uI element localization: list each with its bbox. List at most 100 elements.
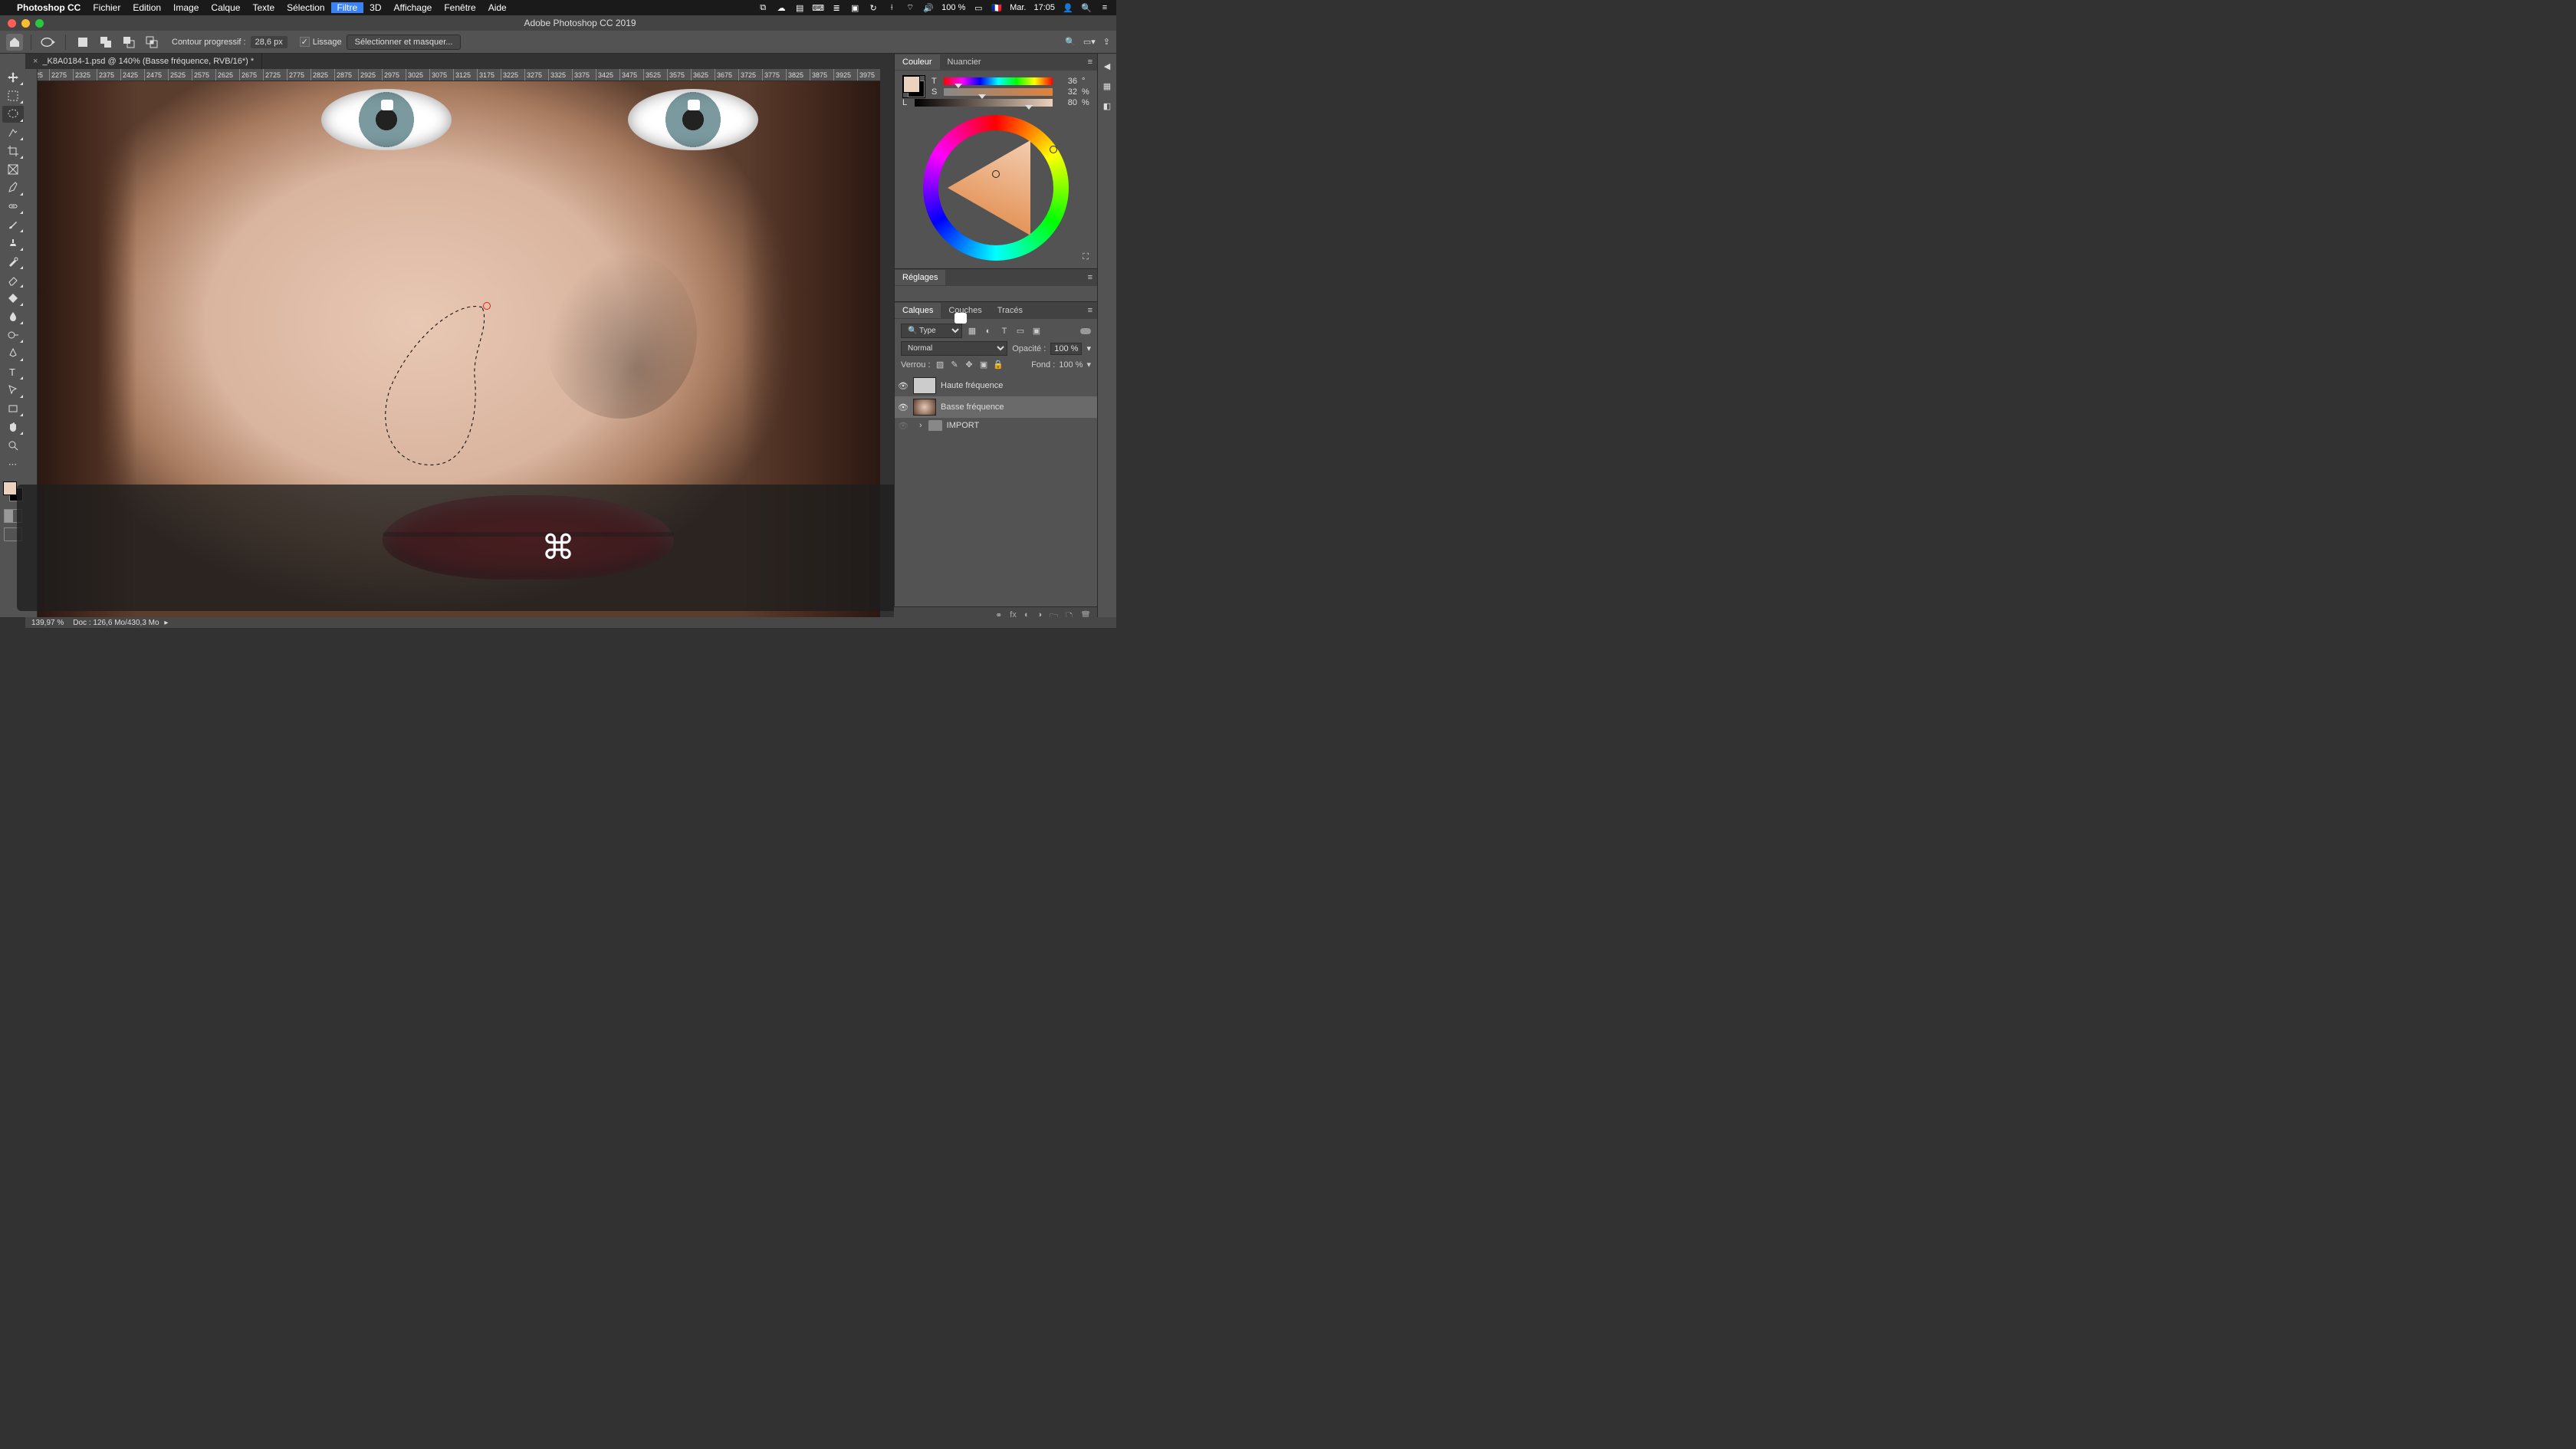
color-panel-swatches[interactable] (902, 75, 925, 98)
lum-value[interactable]: 80 (1057, 98, 1077, 107)
bluetooth-icon[interactable]: ⟊ (886, 2, 897, 13)
dodge-tool[interactable] (2, 327, 24, 343)
menu-3d[interactable]: 3D (363, 2, 387, 13)
clock-day[interactable]: Mar. (1010, 3, 1026, 12)
fill-dropdown-icon[interactable]: ▾ (1086, 360, 1091, 370)
pen-tool[interactable] (2, 345, 24, 362)
hue-slider[interactable] (944, 77, 1053, 85)
sat-slider[interactable] (944, 88, 1053, 96)
chevron-right-icon[interactable]: ▸ (164, 619, 168, 627)
notification-center-icon[interactable]: ≡ (1099, 2, 1110, 13)
menu-edit[interactable]: Edition (127, 2, 167, 13)
zoom-window-button[interactable] (35, 19, 44, 28)
filter-smart-icon[interactable]: ▣ (1030, 325, 1043, 337)
time-machine-icon[interactable]: ↻ (868, 2, 879, 13)
tab-swatches[interactable]: Nuancier (940, 54, 989, 70)
menu-image[interactable]: Image (167, 2, 205, 13)
tv-icon[interactable]: ▣ (849, 2, 860, 13)
tab-adjustments[interactable]: Réglages (895, 270, 945, 285)
lock-transparency-icon[interactable]: ▨ (935, 359, 946, 370)
menu-window[interactable]: Fenêtre (438, 2, 481, 13)
color-picker-marker[interactable] (992, 170, 1000, 178)
filter-adjust-icon[interactable]: ◐ (982, 325, 994, 337)
history-panel-icon[interactable]: ▦ (1099, 78, 1115, 94)
spotlight-icon[interactable]: 🔍 (1081, 2, 1092, 13)
lum-slider[interactable] (915, 99, 1053, 107)
panel-menu-icon[interactable]: ≡ (1083, 306, 1097, 315)
expand-wheel-icon[interactable]: ⛶ (1083, 252, 1089, 262)
doc-info[interactable]: Doc : 126,6 Mo/430,3 Mo ▸ (73, 619, 168, 627)
eyedropper-tool[interactable] (2, 179, 24, 196)
zoom-tool[interactable] (2, 437, 24, 454)
filter-shape-icon[interactable]: ▭ (1014, 325, 1027, 337)
path-selection-tool[interactable] (2, 382, 24, 399)
blend-mode-select[interactable]: Normal (901, 341, 1007, 356)
visibility-icon[interactable]: 👁 (898, 380, 909, 391)
volume-icon[interactable]: 🔊 (923, 2, 934, 13)
layer-row[interactable]: 👁 Basse fréquence (895, 396, 1097, 418)
new-selection-button[interactable] (74, 34, 92, 50)
cloud-icon[interactable]: ☁︎ (776, 2, 787, 13)
crop-tool[interactable] (2, 143, 24, 159)
search-icon[interactable]: 🔍 (1065, 37, 1076, 47)
close-tab-icon[interactable]: × (33, 57, 38, 66)
opacity-dropdown-icon[interactable]: ▾ (1086, 343, 1091, 353)
intersect-selection-button[interactable] (143, 34, 161, 50)
layer-name[interactable]: Basse fréquence (941, 402, 1004, 412)
gradient-tool[interactable] (2, 290, 24, 307)
workspace-switcher-icon[interactable]: ▭▾ (1083, 37, 1096, 47)
layer-thumbnail[interactable] (913, 377, 936, 394)
keyboard-icon[interactable]: ⌨︎ (813, 2, 823, 13)
menu-text[interactable]: Texte (246, 2, 281, 13)
hue-ring-marker[interactable] (1050, 146, 1057, 153)
app-name[interactable]: Photoshop CC (11, 2, 87, 13)
layer-thumbnail[interactable] (913, 399, 936, 416)
lock-position-icon[interactable]: ✥ (964, 359, 975, 370)
menu-selection[interactable]: Sélection (281, 2, 330, 13)
layer-name[interactable]: IMPORT (947, 421, 980, 430)
visibility-icon[interactable]: 👁 (898, 402, 909, 412)
type-tool[interactable]: T (2, 363, 24, 380)
screen-record-icon[interactable]: ⧉ (757, 2, 768, 13)
lock-pixels-icon[interactable]: ✎ (949, 359, 961, 370)
add-to-selection-button[interactable] (97, 34, 115, 50)
filter-pixel-icon[interactable]: ▦ (966, 325, 978, 337)
lasso-tool[interactable] (2, 106, 24, 123)
clone-stamp-tool[interactable] (2, 235, 24, 251)
wifi-icon[interactable]: ⌔ (905, 2, 915, 13)
menu-file[interactable]: Fichier (87, 2, 127, 13)
layer-filter-type[interactable]: 🔍 Type (901, 324, 962, 338)
menu-filter[interactable]: Filtre (331, 2, 364, 13)
bars-icon[interactable]: ≣ (831, 2, 842, 13)
clock-time[interactable]: 17:05 (1033, 3, 1055, 12)
battery-text[interactable]: 100 % (941, 3, 965, 12)
brush-tool[interactable] (2, 216, 24, 233)
battery-icon[interactable]: ▭ (973, 2, 984, 13)
user-icon[interactable]: 👤 (1063, 2, 1073, 13)
minimize-window-button[interactable] (21, 19, 30, 28)
menu-help[interactable]: Aide (482, 2, 513, 13)
horizontal-ruler[interactable]: 2225227523252375242524752525257526252675… (25, 69, 880, 81)
feather-input[interactable]: 28,6 px (251, 36, 288, 48)
share-icon[interactable]: ⇪ (1103, 37, 1110, 47)
select-and-mask-button[interactable]: Sélectionner et masquer... (347, 34, 462, 50)
document-tab[interactable]: × _K8A0184-1.psd @ 140% (Basse fréquence… (25, 54, 262, 69)
frame-tool[interactable] (2, 161, 24, 178)
properties-panel-icon[interactable]: ◧ (1099, 98, 1115, 113)
displays-icon[interactable]: ▤ (794, 2, 805, 13)
quick-selection-tool[interactable] (2, 124, 24, 141)
visibility-icon[interactable]: 👁 (898, 420, 909, 431)
home-button[interactable] (6, 34, 23, 51)
blur-tool[interactable] (2, 308, 24, 325)
move-tool[interactable] (2, 69, 24, 86)
opacity-value[interactable]: 100 % (1050, 343, 1082, 355)
hand-tool[interactable] (2, 419, 24, 435)
eraser-tool[interactable] (2, 271, 24, 288)
input-flag[interactable]: 🇫🇷 (991, 3, 1002, 13)
panel-menu-icon[interactable]: ≡ (1083, 273, 1097, 282)
tool-preset-dropdown[interactable] (39, 34, 58, 50)
hue-value[interactable]: 36 (1057, 77, 1077, 86)
layer-name[interactable]: Haute fréquence (941, 381, 1003, 390)
lock-all-icon[interactable]: 🔒 (993, 359, 1004, 370)
marquee-tool[interactable] (2, 87, 24, 104)
